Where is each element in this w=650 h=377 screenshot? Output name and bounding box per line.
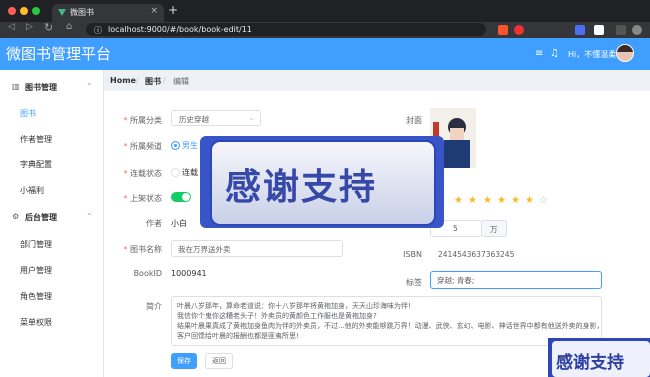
new-tab-button[interactable]: +	[168, 3, 178, 17]
app-brand: 微图书管理平台	[6, 45, 112, 63]
rating-star-icon[interactable]: ★	[468, 195, 477, 206]
sidebar	[0, 70, 104, 377]
sidebar-item-departments[interactable]: 部门管理	[20, 239, 52, 250]
tags-label: 标签	[406, 278, 422, 287]
shelf-label: * 上架状态	[123, 194, 162, 203]
chevron-down-icon: ⌄	[248, 113, 255, 122]
window-minimize-button[interactable]	[20, 7, 28, 15]
tab-close-icon[interactable]: ×	[150, 6, 158, 16]
channel-label: * 所属频道	[123, 142, 162, 151]
sidebar-item-authors[interactable]: 作者管理	[20, 134, 52, 145]
category-label: * 所属分类	[123, 116, 162, 125]
back-nav-icon[interactable]: ◁	[8, 22, 15, 32]
breadcrumb-separator: /	[136, 76, 139, 85]
chevron-up-icon[interactable]: ⌃	[86, 82, 93, 91]
bookid-label: BookID	[133, 269, 162, 278]
intro-line: 客户回馈给叶晨的报酬也都是匪夷所思!	[177, 332, 299, 340]
intro-line: 结果叶晨果真成了黄袍加身鱼肉为伴的外卖员，不过...他的外卖能够跳万界！动漫、武…	[177, 322, 604, 330]
vue-favicon-icon	[58, 9, 66, 16]
sidebar-item-dictionary[interactable]: 字典配置	[20, 159, 52, 170]
brave-shield-icon[interactable]	[498, 25, 508, 35]
notification-bell-icon[interactable]: ♫	[550, 48, 559, 59]
intro-label: 简介	[146, 302, 162, 311]
sidebar-item-menu-permissions[interactable]: 菜单权限	[20, 317, 52, 328]
breadcrumb-home[interactable]: Home	[110, 76, 136, 85]
rating-star-icon[interactable]: ★	[525, 195, 534, 206]
forward-nav-icon[interactable]: ▷	[26, 22, 33, 32]
thanks-overlay-small-text: 感谢支持	[556, 353, 624, 373]
extension-icon[interactable]	[616, 25, 626, 35]
author-value: 小白	[171, 219, 187, 228]
rating-star-icon[interactable]: ★	[511, 195, 520, 206]
breadcrumb-separator: /	[163, 76, 166, 85]
user-greeting[interactable]: Hi，不懂温柔	[568, 49, 616, 60]
isbn-value: 2414543637363245	[438, 250, 515, 259]
avatar[interactable]	[616, 44, 634, 62]
intro-line: 叶晨八岁那年，算命老道说：你十八岁那年将黄袍加身，天天山珍海味为伴!	[177, 302, 411, 310]
name-input[interactable]: 我在万界送外卖	[171, 240, 343, 257]
lock-icon: ⓘ	[94, 26, 102, 35]
name-input-value: 我在万界送外卖	[178, 245, 231, 254]
s-extension-icon[interactable]	[594, 25, 604, 35]
reload-icon[interactable]: ↻	[44, 21, 53, 34]
extension-puzzle-icon[interactable]	[575, 25, 585, 35]
rating-star-icon[interactable]: ★	[497, 195, 506, 206]
bookid-value: 1000941	[171, 269, 207, 278]
save-button[interactable]: 保存	[171, 353, 197, 369]
tags-input-value: 穿越; 青春;	[437, 276, 475, 285]
cover-label: 封面	[406, 116, 422, 125]
sidebar-item-users[interactable]: 用户管理	[20, 265, 52, 276]
name-label: * 图书名称	[123, 245, 162, 254]
profile-icon[interactable]	[632, 25, 642, 35]
channel-radio-male-label[interactable]: 男生	[182, 140, 198, 151]
rating-star-empty-icon[interactable]: ☆	[539, 195, 548, 206]
menu-list-icon[interactable]: ≡	[535, 48, 543, 59]
word-count-value: 5	[453, 224, 458, 233]
sidebar-group-admin[interactable]: 后台管理	[25, 212, 57, 223]
window-close-button[interactable]	[8, 7, 16, 15]
cover-figure-face	[450, 128, 464, 140]
sidebar-item-welfare[interactable]: 小福利	[20, 185, 44, 196]
status-radio-serial-label[interactable]: 连载	[182, 167, 198, 178]
rating-star-icon[interactable]: ★	[454, 195, 463, 206]
back-button[interactable]: 返回	[205, 353, 233, 369]
cover-figure-body	[444, 140, 470, 168]
sidebar-item-roles[interactable]: 角色管理	[20, 291, 52, 302]
status-label: * 连载状态	[123, 169, 162, 178]
shelf-toggle[interactable]	[171, 192, 191, 202]
tags-input[interactable]: 穿越; 青春;	[430, 271, 602, 289]
address-url: localhost:9000/#/book/book-edit/11	[108, 25, 252, 34]
bookmark-icon[interactable]: ⌂	[66, 21, 72, 32]
category-value: 历史穿越	[179, 115, 209, 124]
books-icon: ▥	[12, 82, 20, 91]
channel-radio-male[interactable]	[171, 141, 180, 150]
sidebar-item-books[interactable]: 图书	[20, 108, 36, 119]
status-radio-serial[interactable]	[171, 168, 180, 177]
sidebar-group-books[interactable]: 图书管理	[25, 82, 57, 93]
thanks-overlay-text: 感谢支持	[225, 167, 378, 208]
browser-tab-title: 微图书	[70, 8, 94, 17]
rating-star-icon[interactable]: ★	[483, 195, 492, 206]
author-label: 作者	[146, 219, 162, 228]
browser-tab[interactable]: 微图书 ×	[52, 4, 164, 22]
category-select[interactable]: 历史穿越 ⌄	[171, 110, 261, 126]
intro-line: 我信你个鬼你这糟老头子！外卖员的黄颜色工作服也是黄袍加身?	[177, 312, 377, 320]
breadcrumb-books[interactable]: 图书	[145, 76, 161, 87]
breadcrumb-edit: 编辑	[173, 77, 189, 86]
chevron-up-icon[interactable]: ⌃	[86, 212, 93, 221]
word-count-unit: 万	[481, 220, 507, 237]
gear-icon: ⚙	[12, 212, 20, 221]
window-zoom-button[interactable]	[32, 7, 40, 15]
isbn-label: ISBN	[403, 250, 422, 259]
rewards-icon[interactable]	[514, 25, 524, 35]
